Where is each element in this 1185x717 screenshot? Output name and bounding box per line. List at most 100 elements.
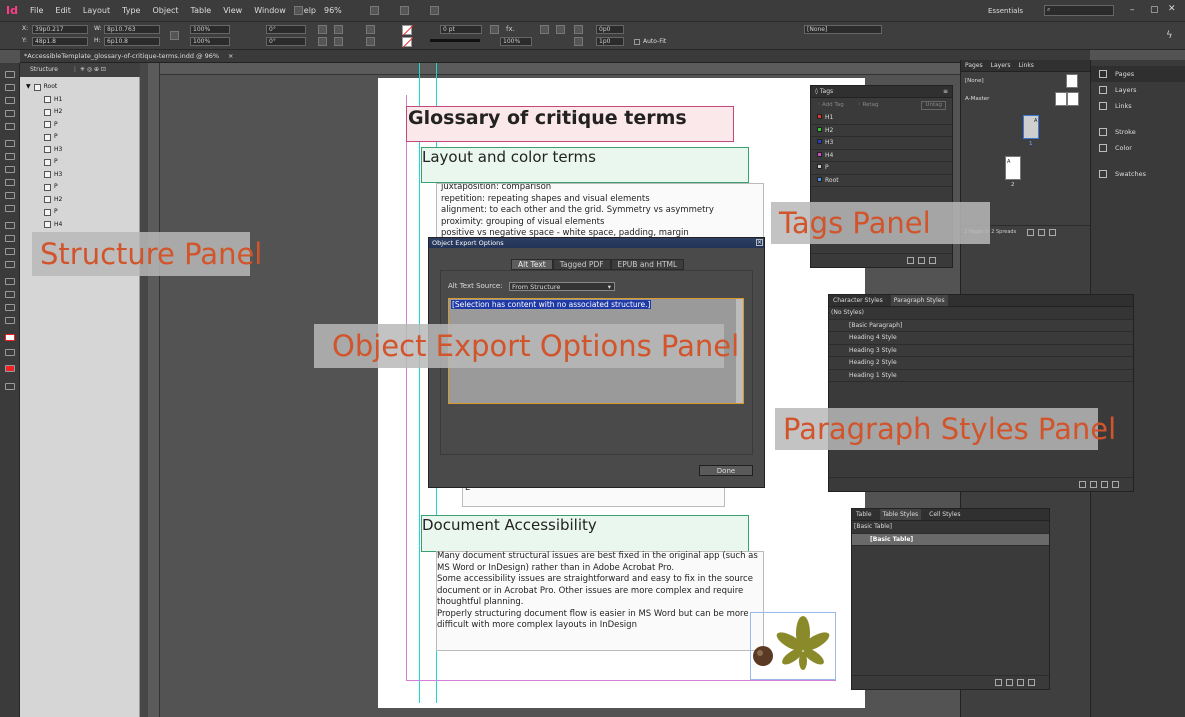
text-frame-accessibility[interactable]: Many document structural issues are best…	[436, 551, 764, 651]
screen-mode-tool-icon[interactable]	[5, 383, 15, 390]
structure-item[interactable]: H2	[26, 194, 62, 207]
gap-tool-icon[interactable]	[5, 110, 15, 117]
structure-scrollbar[interactable]	[140, 63, 148, 717]
dialog-titlebar[interactable]: Object Export Options	[429, 238, 764, 248]
paragraph-style-item[interactable]: Heading 4 Style	[829, 332, 1133, 345]
stroke-type-preview[interactable]	[430, 39, 480, 42]
dock-color[interactable]: Color	[1091, 140, 1185, 156]
menu-type[interactable]: Type	[122, 6, 140, 15]
tag-row-h3[interactable]: H3	[811, 137, 952, 150]
bridge-icon[interactable]	[294, 6, 303, 15]
stroke-none-icon[interactable]	[402, 37, 414, 48]
arrange-documents-icon[interactable]	[430, 6, 439, 15]
width-field[interactable]: 8p10.763	[104, 25, 160, 34]
tab-alt-text[interactable]: Alt Text	[511, 259, 553, 270]
paragraph-style-item[interactable]: Heading 2 Style	[829, 357, 1133, 370]
tab-table[interactable]: Table	[856, 509, 872, 520]
pen-tool-icon[interactable]	[5, 166, 15, 173]
menu-layout[interactable]: Layout	[83, 6, 110, 15]
text-frame-layout[interactable]: juxtaposition: comparison repetition: re…	[436, 183, 764, 238]
fit-content-icon[interactable]	[574, 25, 583, 34]
tag-row-h2[interactable]: H2	[811, 125, 952, 137]
tags-panel-tab[interactable]: ◊ Tags	[815, 86, 833, 97]
retag-button[interactable]: ◦ Retag	[857, 102, 878, 108]
menu-window[interactable]: Window	[254, 6, 286, 15]
a-master-label[interactable]: A-Master	[965, 96, 989, 102]
flip-horizontal-icon[interactable]	[318, 37, 327, 46]
page-1-thumb[interactable]: A	[1023, 115, 1039, 139]
tab-epub-html[interactable]: EPUB and HTML	[610, 259, 685, 270]
rotate-cw-icon[interactable]	[318, 25, 327, 34]
hand-tool-icon[interactable]	[5, 304, 15, 311]
tag-row-h1[interactable]: H1	[811, 112, 952, 125]
fit-frame-icon[interactable]	[574, 37, 583, 46]
table-style-item[interactable]: [Basic Table]	[852, 533, 1049, 546]
tab-cell-styles[interactable]: Cell Styles	[929, 509, 960, 520]
gradient-tool-icon[interactable]	[5, 248, 15, 255]
tab-tagged-pdf[interactable]: Tagged PDF	[552, 259, 611, 270]
style-group-icon[interactable]	[995, 679, 1002, 686]
alt-text-source-select[interactable]: From Structure ▾	[509, 282, 615, 291]
leaf-image-frame[interactable]	[750, 612, 836, 680]
structure-item[interactable]: P	[26, 181, 62, 194]
structure-item[interactable]: H4	[26, 219, 62, 232]
glossary-title-frame[interactable]: Glossary of critique terms	[406, 106, 734, 142]
structure-toolbar-icons[interactable]: ⋮ ✳ ◎ ⊕ ⊡	[72, 66, 106, 73]
page-size-icon[interactable]	[1027, 229, 1034, 236]
trash-icon[interactable]	[1028, 679, 1035, 686]
structure-root[interactable]: ▼ Root	[26, 81, 62, 94]
dock-links[interactable]: Links	[1091, 98, 1185, 114]
untag-button[interactable]: Untag	[921, 101, 946, 110]
structure-item[interactable]: H1	[26, 94, 62, 107]
menu-file[interactable]: File	[30, 6, 43, 15]
minimize-icon[interactable]: –	[1130, 5, 1135, 15]
height-field[interactable]: 6p10.8	[104, 37, 160, 46]
trash-icon[interactable]	[929, 257, 936, 264]
line-tool-icon[interactable]	[5, 153, 15, 160]
fill-none-icon[interactable]	[402, 25, 414, 36]
trash-icon[interactable]	[1049, 229, 1056, 236]
tab-paragraph-styles[interactable]: Paragraph Styles	[890, 295, 948, 306]
select-content-icon[interactable]	[366, 37, 375, 46]
pencil-tool-icon[interactable]	[5, 179, 15, 186]
tab-pages[interactable]: Pages	[965, 60, 983, 71]
done-button[interactable]: Done	[699, 465, 753, 476]
object-style-select[interactable]: [None]	[804, 25, 882, 34]
select-container-icon[interactable]	[366, 25, 375, 34]
text-wrap-icon[interactable]	[540, 25, 549, 34]
formatting-container-icon[interactable]	[5, 349, 15, 356]
tab-layers[interactable]: Layers	[991, 60, 1011, 71]
dock-stroke[interactable]: Stroke	[1091, 124, 1185, 140]
rectangle-tool-icon[interactable]	[5, 205, 15, 212]
clear-overrides-icon[interactable]	[1006, 679, 1013, 686]
rotate-ccw-icon[interactable]	[334, 25, 343, 34]
new-tag-icon[interactable]	[907, 257, 914, 264]
duplicate-tag-icon[interactable]	[918, 257, 925, 264]
clear-overrides-icon[interactable]	[1090, 481, 1097, 488]
menu-edit[interactable]: Edit	[55, 6, 71, 15]
free-transform-tool-icon[interactable]	[5, 235, 15, 242]
menu-view[interactable]: View	[223, 6, 242, 15]
zoom-level[interactable]: 96%	[324, 6, 342, 15]
structure-item[interactable]: P	[26, 206, 62, 219]
x-field[interactable]: 39p0.217	[32, 25, 88, 34]
dock-swatches[interactable]: Swatches	[1091, 166, 1185, 182]
tag-row-root[interactable]: Root	[811, 175, 952, 187]
constrain-proportions-icon[interactable]	[170, 31, 179, 40]
ref-size-b-field[interactable]: 1p0	[596, 37, 624, 46]
new-style-icon[interactable]	[1101, 481, 1108, 488]
tag-row-h4[interactable]: H4	[811, 150, 952, 162]
search-input[interactable]: ⌕	[1044, 5, 1114, 16]
menu-object[interactable]: Object	[152, 6, 178, 15]
a-master-thumb-left[interactable]	[1055, 92, 1067, 106]
new-page-icon[interactable]	[1038, 229, 1045, 236]
rectangle-frame-tool-icon[interactable]	[5, 192, 15, 199]
page-2-thumb[interactable]: A	[1005, 156, 1021, 180]
gradient-feather-tool-icon[interactable]	[5, 261, 15, 268]
rotate-field[interactable]: 0°	[266, 25, 306, 34]
flip-vertical-icon[interactable]	[334, 37, 343, 46]
dock-layers[interactable]: Layers	[1091, 82, 1185, 98]
trash-icon[interactable]	[1112, 481, 1119, 488]
paragraph-style-item[interactable]: Heading 1 Style	[829, 370, 1133, 382]
heading-frame-layout[interactable]: Layout and color terms	[421, 147, 749, 183]
